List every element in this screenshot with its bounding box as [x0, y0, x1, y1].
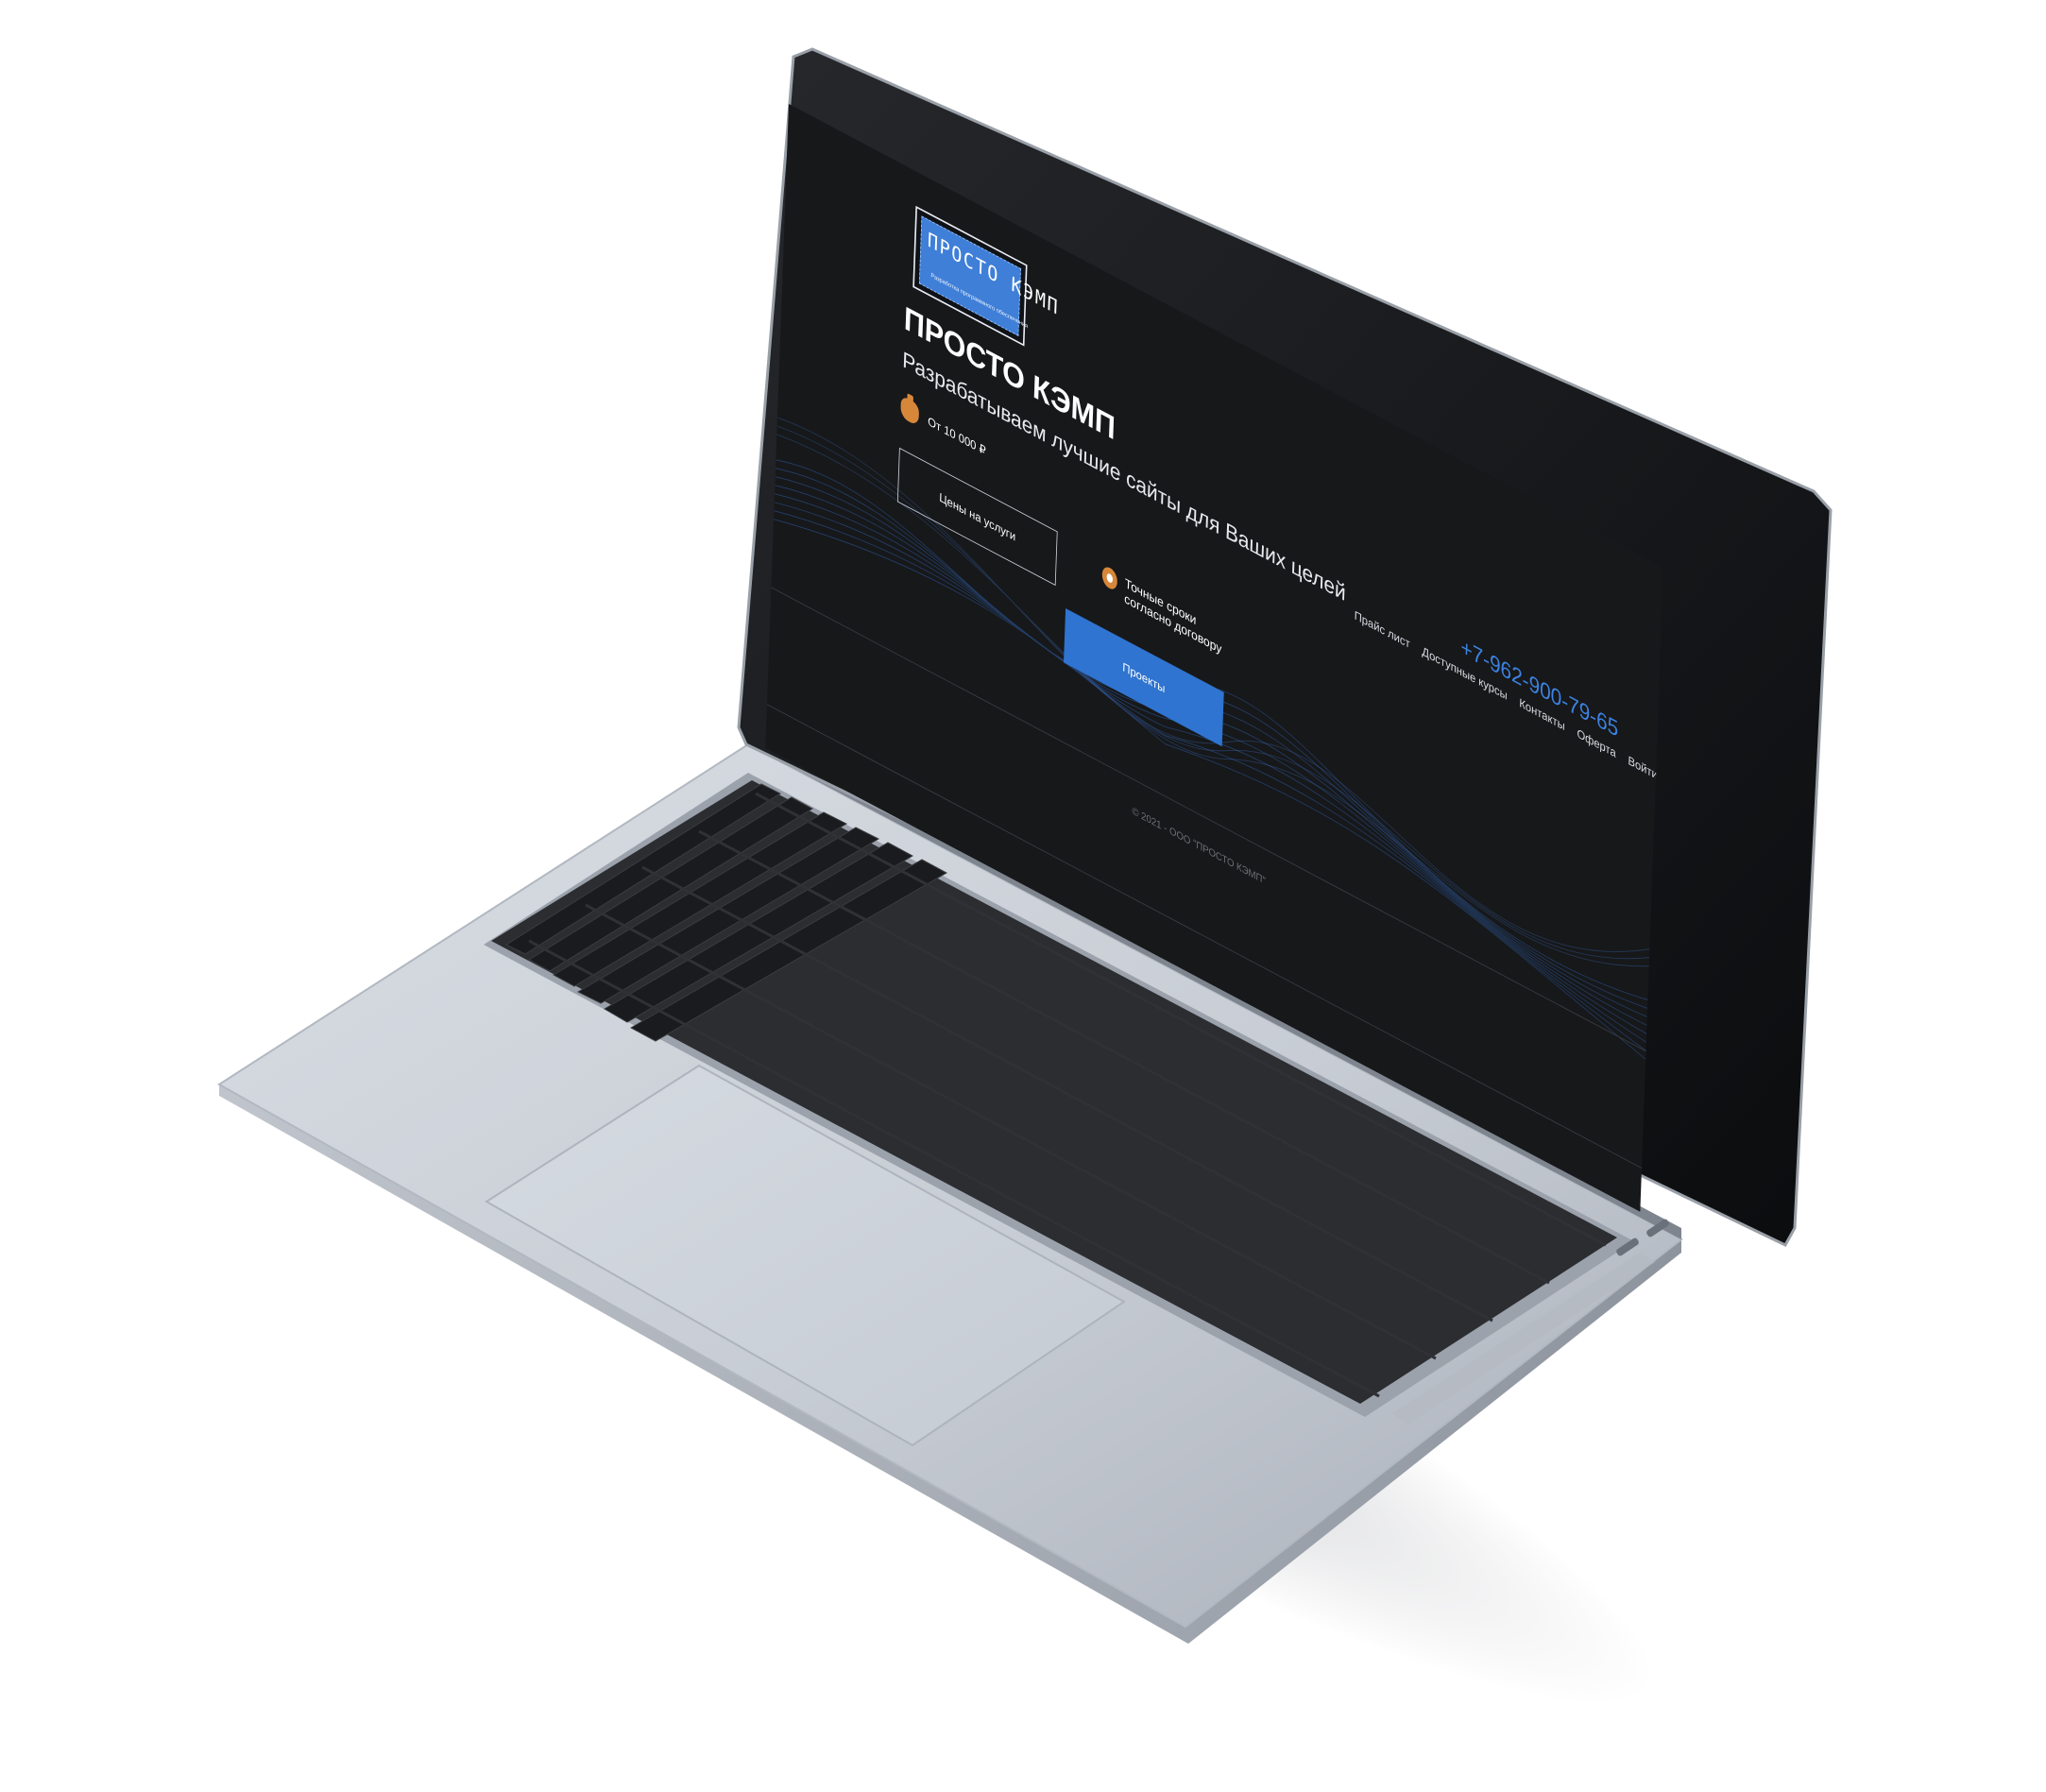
logo-wordmark: ПРОСТО КЭМП	[927, 229, 1060, 321]
laptop-scene: ПРОСТО КЭМП Разработка программного обес…	[0, 0, 2046, 1792]
